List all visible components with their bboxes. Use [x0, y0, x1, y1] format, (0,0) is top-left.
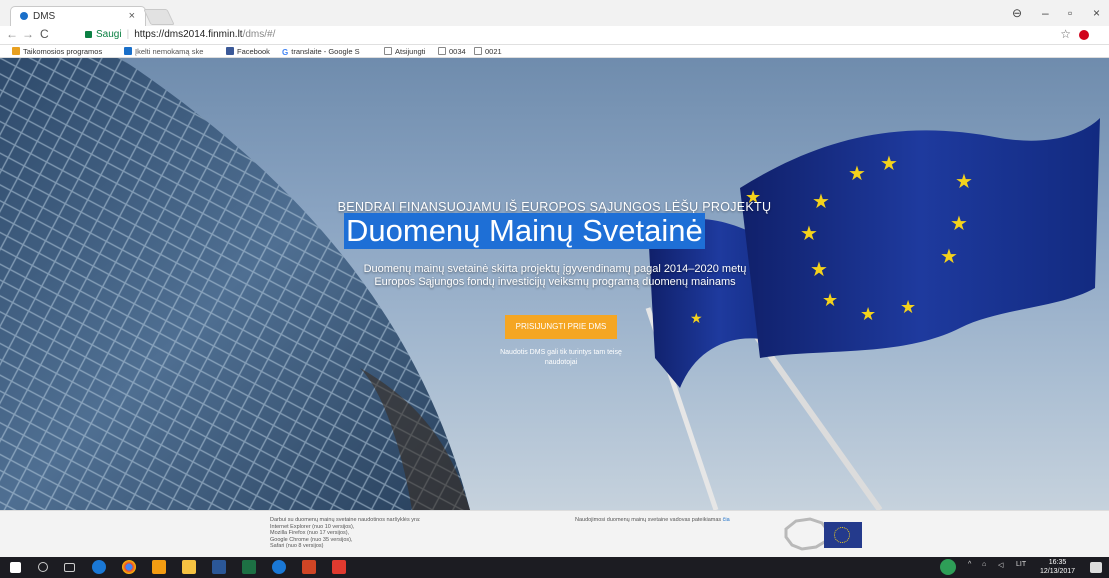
upload-icon — [124, 47, 132, 55]
hero-section: ★ ★ ★ ★ ★ ★ ★ ★ ★ ★ ★ ★ ★ BENDRAI FINANSUOJAMU… — [0, 58, 1109, 510]
browser-toolbar: ← → C Saugi | https://dms2014.finmin.lt/dm… — [0, 26, 1109, 45]
browser-tab-strip: DMS × ⊖ – ▫ × — [0, 0, 1109, 26]
browser-tab[interactable]: DMS × — [10, 6, 146, 26]
page-icon — [438, 47, 446, 55]
hero-subtitle: BENDRAI FINANSUOJAMU IŠ EUROPOS SĄJUNGOS… — [337, 200, 772, 214]
excel-app-icon[interactable] — [242, 560, 256, 574]
hero-content: BENDRAI FINANSUOJAMU IŠ EUROPOS SĄJUNGOS… — [0, 58, 1109, 510]
login-button[interactable]: PRISIJUNGTI PRIE DMS — [505, 315, 617, 339]
volume-icon[interactable]: ◁ — [998, 561, 1003, 569]
user-manual-info: Naudojimosi duomenų mainų svetaine vadov… — [575, 517, 730, 523]
new-tab-button[interactable] — [143, 9, 175, 25]
chrome-browser-icon[interactable] — [122, 560, 136, 574]
url-path: /dms/#/ — [242, 29, 276, 40]
paint-app-icon[interactable] — [152, 560, 166, 574]
clock-time: 16:35 — [1048, 559, 1067, 566]
task-view-icon[interactable] — [64, 563, 75, 572]
bookmarks-bar: Taikomosios programos Įkelti nemokamą sk… — [0, 45, 1109, 58]
back-arrow-icon[interactable]: ← — [6, 27, 18, 41]
file-explorer-icon[interactable] — [182, 560, 196, 574]
forward-arrow-icon[interactable]: → — [22, 27, 34, 41]
pdf-reader-icon[interactable] — [332, 560, 346, 574]
tab-close-icon[interactable]: × — [129, 10, 135, 22]
eu-flag-logo — [824, 522, 862, 548]
user-profile-icon[interactable]: ⊖ — [1012, 6, 1022, 20]
browser-item: Safari (nuo 8 versijos) — [270, 543, 324, 549]
bookmark-atsijungti[interactable]: Atsijungti — [384, 47, 425, 56]
windows-start-icon[interactable] — [10, 562, 21, 573]
security-label: Saugi — [96, 29, 122, 40]
bookmark-label: Facebook — [237, 47, 270, 56]
notification-center-icon[interactable] — [1090, 562, 1102, 573]
page-title: Duomenų Mainų Svetainė — [344, 213, 705, 249]
pinterest-extension-icon[interactable] — [1079, 30, 1089, 40]
word-app-icon[interactable] — [212, 560, 226, 574]
network-icon[interactable]: ⌂ — [982, 561, 986, 568]
language-indicator[interactable]: LIT — [1016, 561, 1026, 568]
bookmark-star-icon[interactable]: ☆ — [1060, 27, 1071, 41]
bookmark-label: Įkelti nemokamą ske — [135, 47, 204, 56]
facebook-icon — [226, 47, 234, 55]
minimize-button[interactable]: – — [1042, 6, 1049, 20]
search-icon[interactable] — [38, 562, 48, 572]
bookmark-apps[interactable]: Taikomosios programos — [12, 47, 102, 56]
supported-browsers: Darbui su duomenų mainų svetaine naudoti… — [270, 517, 490, 550]
restore-button[interactable]: ▫ — [1068, 6, 1072, 20]
url-host: https://dms2014.finmin.lt — [134, 29, 243, 40]
page-icon — [384, 47, 392, 55]
clock-date: 12/13/2017 — [1040, 568, 1076, 575]
lock-icon — [85, 30, 92, 38]
apps-icon — [12, 47, 20, 55]
manual-link[interactable]: čia — [723, 517, 730, 523]
manual-text: Naudojimosi duomenų mainų svetaine vadov… — [575, 517, 722, 523]
page-footer: Darbui su duomenų mainų svetaine naudoti… — [0, 510, 1109, 557]
tab-title: DMS — [33, 11, 56, 22]
edge-browser-icon[interactable] — [92, 560, 106, 574]
internet-explorer-icon[interactable] — [272, 560, 286, 574]
bookmark-0021[interactable]: 0021 — [474, 47, 502, 56]
bookmark-label: Taikomosios programos — [23, 47, 103, 56]
hero-description: Duomenų mainų svetainė skirta projektų į… — [363, 263, 747, 288]
address-bar[interactable]: Saugi | https://dms2014.finmin.lt/dms/#/ — [85, 27, 275, 43]
bookmark-facebook[interactable]: Facebook — [226, 47, 270, 56]
bookmark-upload[interactable]: Įkelti nemokamą ske — [124, 47, 203, 56]
address-separator: | — [126, 29, 130, 40]
windows-taskbar: ^ ⌂ ◁ LIT 16:35 12/13/2017 — [0, 557, 1109, 578]
bookmark-0034[interactable]: 0034 — [438, 47, 466, 56]
tray-expand-icon[interactable]: ^ — [968, 561, 971, 568]
bookmark-translate[interactable]: Gtranslaite - Google S — [282, 47, 360, 57]
bookmark-label: 0034 — [449, 47, 466, 56]
network-monitor-icon[interactable] — [940, 559, 956, 575]
page-icon — [474, 47, 482, 55]
google-icon: G — [282, 48, 289, 57]
bookmark-label: 0021 — [485, 47, 502, 56]
site-favicon-icon — [20, 12, 28, 20]
close-window-button[interactable]: × — [1093, 6, 1100, 20]
powerpoint-app-icon[interactable] — [302, 560, 316, 574]
login-note: Naudotis DMS gali tik turintys tam teisę… — [500, 349, 622, 366]
bookmark-label: Atsijungti — [395, 47, 426, 56]
system-clock[interactable]: 16:35 12/13/2017 — [1040, 558, 1075, 576]
reload-icon[interactable]: C — [40, 27, 49, 41]
bookmark-label: translaite - Google S — [291, 47, 360, 56]
